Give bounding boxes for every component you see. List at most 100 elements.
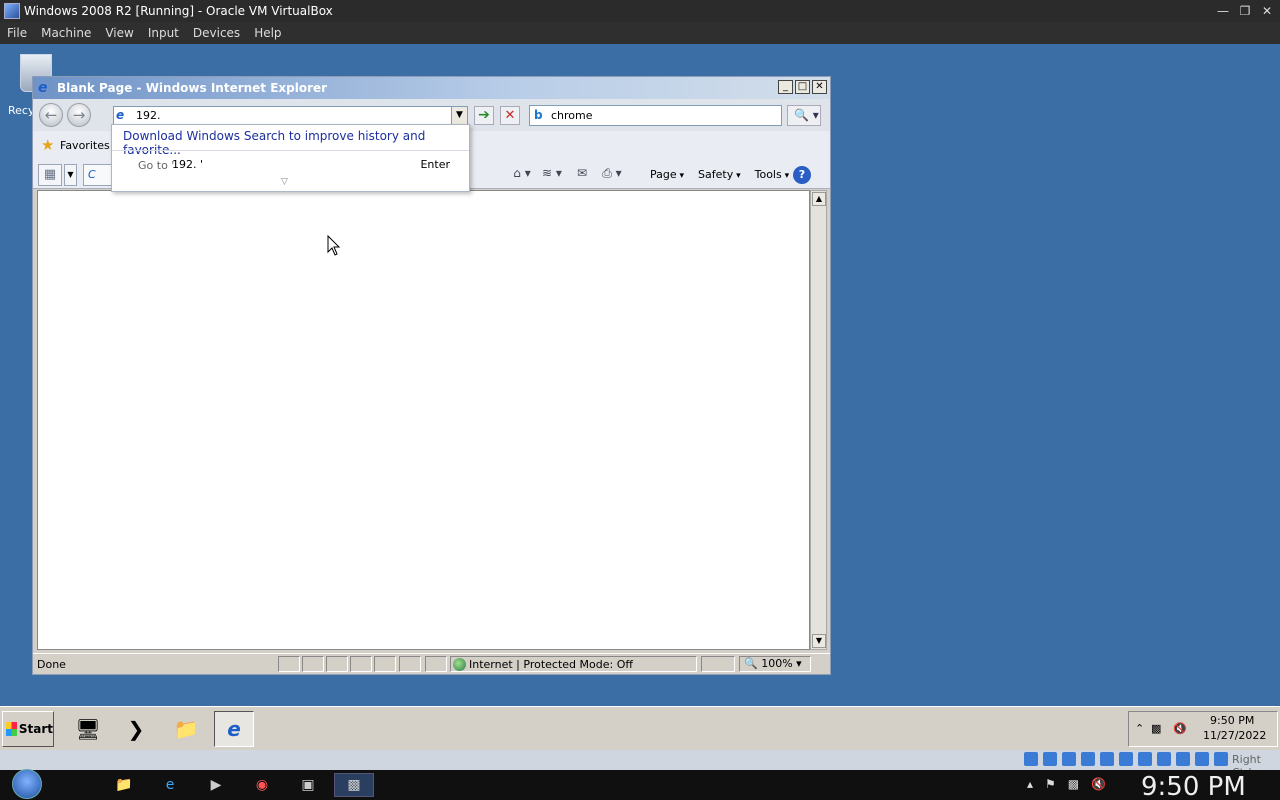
status-pane: [374, 656, 396, 672]
bing-icon: b: [534, 108, 543, 122]
scroll-up-button[interactable]: ▲: [812, 192, 826, 206]
ie-icon: e: [227, 717, 241, 741]
protection-status-icon[interactable]: [425, 656, 447, 672]
ie-close-button[interactable]: ✕: [812, 80, 827, 94]
vm-window-taskbar-button[interactable]: ▩: [334, 773, 374, 797]
shared-folders-icon[interactable]: [1119, 752, 1133, 766]
host-minimize-button[interactable]: —: [1214, 2, 1232, 20]
status-pane: [399, 656, 421, 672]
forward-button[interactable]: →: [67, 103, 91, 127]
audio-icon[interactable]: [1062, 752, 1076, 766]
search-input[interactable]: chrome: [551, 109, 593, 122]
address-input[interactable]: 192.: [136, 109, 161, 122]
security-zone[interactable]: Internet | Protected Mode: Off: [450, 656, 697, 672]
status-pane: [326, 656, 348, 672]
ie-titlebar: e Blank Page - Windows Internet Explorer…: [33, 77, 830, 99]
network-icon[interactable]: ▩: [1151, 722, 1161, 735]
feeds-icon[interactable]: ≋ ▾: [541, 166, 563, 182]
host-flag-icon[interactable]: ⚑: [1045, 777, 1056, 791]
enter-hint: Enter: [420, 158, 450, 171]
home-icon[interactable]: ⌂ ▾: [511, 166, 533, 182]
guest-clock-time[interactable]: 9:50 PM: [1210, 714, 1254, 727]
cpu-icon[interactable]: [1176, 752, 1190, 766]
quick-tabs-icon[interactable]: ▦: [38, 164, 62, 186]
start-button[interactable]: Start: [2, 711, 54, 747]
virtualbox-statusbar: Right Ctrl: [0, 750, 1280, 779]
goto-suggestion[interactable]: 192. ': [172, 158, 203, 171]
host-menubar: File Machine View Input Devices Help: [0, 22, 1280, 44]
zoom-control[interactable]: 🔍 100% ▾: [739, 656, 811, 672]
mouse-integration-icon[interactable]: [1195, 752, 1209, 766]
tray-expand-icon[interactable]: ⌃: [1135, 722, 1144, 735]
page-menu[interactable]: Page: [650, 168, 684, 181]
print-icon[interactable]: ⎙ ▾: [601, 166, 623, 182]
ie-maximize-button[interactable]: □: [795, 80, 810, 94]
vertical-scrollbar[interactable]: ▲ ▼: [810, 190, 827, 650]
goto-prefix: Go to ': [138, 159, 175, 172]
search-box[interactable]: b chrome: [529, 105, 782, 126]
keyboard-icon[interactable]: [1214, 752, 1228, 766]
favorites-star-icon[interactable]: ★: [41, 136, 54, 154]
menu-input[interactable]: Input: [141, 26, 186, 40]
chrome-icon[interactable]: ◉: [242, 773, 282, 797]
powershell-icon[interactable]: ❯: [116, 711, 156, 747]
tab-label: C: [88, 168, 96, 181]
windows-flag-icon: [6, 722, 17, 736]
search-button[interactable]: 🔍 ▾: [787, 105, 821, 126]
guest-system-tray: ⌃ ▩ 🔇 9:50 PM 11/27/2022: [1128, 711, 1278, 747]
address-autocomplete: Download Windows Search to improve histo…: [111, 124, 470, 192]
mail-icon[interactable]: ✉: [571, 166, 593, 182]
address-bar[interactable]: e 192. ▼: [113, 106, 468, 125]
expand-arrow-icon[interactable]: ▽: [281, 177, 288, 187]
zoom-level: 100%: [761, 657, 793, 670]
host-clock[interactable]: 9:50 PM: [1141, 772, 1246, 800]
menu-devices[interactable]: Devices: [186, 26, 247, 40]
host-restore-button[interactable]: ❐: [1236, 2, 1254, 20]
host-volume-muted-icon[interactable]: 🔇: [1091, 777, 1106, 791]
host-network-icon[interactable]: ▩: [1068, 777, 1079, 791]
hdd-icon[interactable]: [1024, 752, 1038, 766]
download-windows-search-link[interactable]: Download Windows Search to improve histo…: [123, 129, 469, 157]
host-close-button[interactable]: ✕: [1258, 2, 1276, 20]
host-tray-expand-icon[interactable]: ▴: [1027, 777, 1033, 791]
stop-button[interactable]: ✕: [500, 106, 520, 125]
usb-icon[interactable]: [1100, 752, 1114, 766]
menu-help[interactable]: Help: [247, 26, 288, 40]
tab-list-dropdown[interactable]: ▼: [64, 164, 77, 186]
back-button[interactable]: ←: [39, 103, 63, 127]
host-ie-icon[interactable]: e: [150, 773, 190, 797]
volume-muted-icon[interactable]: 🔇: [1173, 722, 1187, 735]
explorer-folder-icon[interactable]: 📁: [166, 711, 206, 747]
favorites-button[interactable]: Favorites: [60, 139, 110, 152]
file-explorer-icon[interactable]: 📁: [104, 773, 144, 797]
menu-file[interactable]: File: [0, 26, 34, 40]
menu-view[interactable]: View: [98, 26, 140, 40]
optical-drive-icon[interactable]: [1043, 752, 1057, 766]
ie-minimize-button[interactable]: _: [778, 80, 793, 94]
address-dropdown-button[interactable]: ▼: [451, 107, 467, 124]
recording-icon[interactable]: [1157, 752, 1171, 766]
status-pane: [278, 656, 300, 672]
status-bar: Done Internet | Protected Mode: Off 🔍 10…: [33, 653, 830, 674]
go-button[interactable]: ➔: [474, 106, 494, 125]
safety-menu[interactable]: Safety: [698, 168, 741, 181]
internet-globe-icon: [453, 658, 466, 671]
scroll-down-button[interactable]: ▼: [812, 634, 826, 648]
host-titlebar: Windows 2008 R2 [Running] - Oracle VM Vi…: [0, 0, 1280, 22]
tools-menu[interactable]: Tools: [755, 168, 790, 181]
guest-clock-date[interactable]: 11/27/2022: [1203, 729, 1266, 742]
virtualbox-manager-icon[interactable]: ▣: [288, 773, 328, 797]
host-window-title: Windows 2008 R2 [Running] - Oracle VM Vi…: [24, 4, 333, 18]
host-start-orb-icon[interactable]: [12, 769, 42, 799]
media-player-icon[interactable]: ▶: [196, 773, 236, 797]
popup-blocker-icon[interactable]: [701, 656, 735, 672]
ie-taskbar-button[interactable]: e: [214, 711, 254, 747]
network-adapter-icon[interactable]: [1081, 752, 1095, 766]
help-icon[interactable]: ?: [793, 166, 811, 184]
status-text: Done: [37, 658, 66, 671]
page-content[interactable]: [37, 190, 810, 650]
status-pane: [302, 656, 324, 672]
server-manager-icon[interactable]: 🖥: [68, 711, 108, 747]
menu-machine[interactable]: Machine: [34, 26, 98, 40]
display-icon[interactable]: [1138, 752, 1152, 766]
